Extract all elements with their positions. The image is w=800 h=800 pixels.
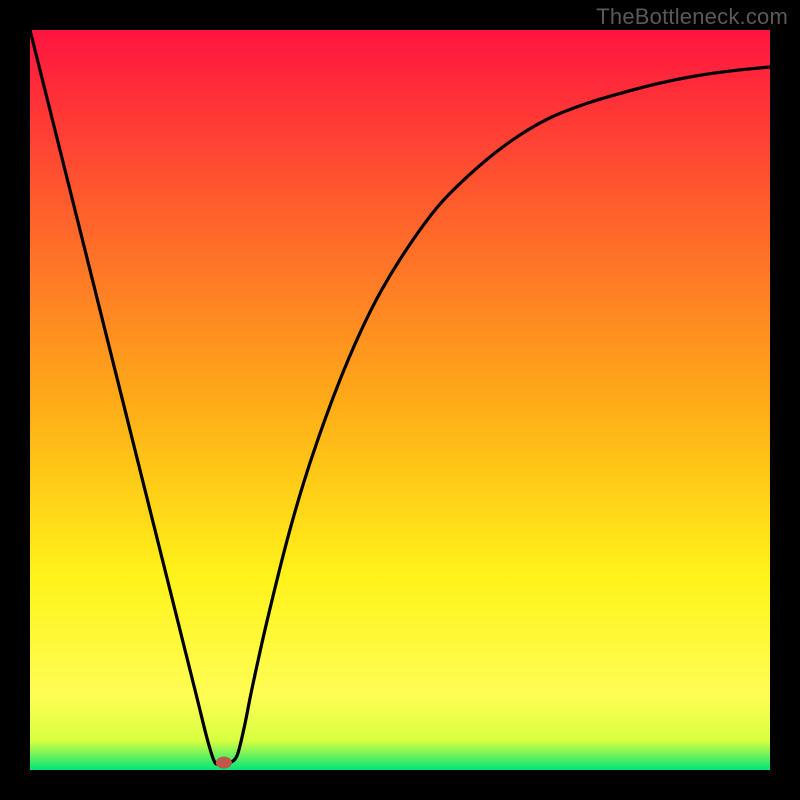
plot-area [30, 30, 770, 770]
watermark-text: TheBottleneck.com [596, 4, 788, 30]
minimum-marker [216, 757, 232, 769]
gradient-background [30, 30, 770, 770]
chart-frame: TheBottleneck.com [0, 0, 800, 800]
chart-svg [30, 30, 770, 770]
